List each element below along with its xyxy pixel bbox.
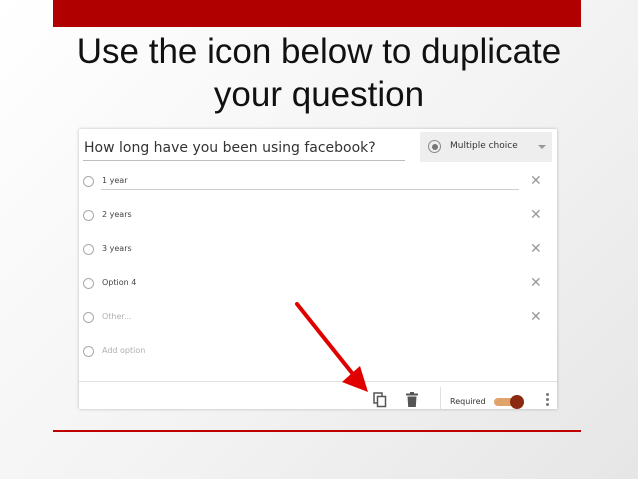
option-row: Option 4 ✕ bbox=[79, 274, 557, 294]
option-label-input[interactable]: Option 4 bbox=[102, 278, 136, 287]
close-icon[interactable]: ✕ bbox=[530, 240, 542, 256]
question-card: How long have you been using facebook? M… bbox=[79, 129, 557, 409]
close-icon[interactable]: ✕ bbox=[530, 172, 542, 188]
bottom-red-line bbox=[53, 430, 581, 432]
trash-icon[interactable] bbox=[406, 392, 418, 407]
option-label-input[interactable]: 2 years bbox=[102, 210, 132, 219]
chevron-down-icon bbox=[538, 145, 546, 149]
close-icon[interactable]: ✕ bbox=[530, 206, 542, 222]
slide-title-line-2: your question bbox=[213, 75, 425, 114]
option-row: 2 years ✕ bbox=[79, 206, 557, 226]
close-icon[interactable]: ✕ bbox=[530, 274, 542, 290]
toggle-knob bbox=[510, 395, 524, 409]
more-vert-icon[interactable] bbox=[546, 393, 550, 409]
close-icon[interactable]: ✕ bbox=[530, 308, 542, 324]
add-option-row: Add option bbox=[79, 342, 557, 362]
radio-circle-icon bbox=[83, 312, 94, 323]
option-label-input[interactable]: 1 year bbox=[102, 176, 127, 185]
duplicate-icon[interactable] bbox=[373, 392, 387, 408]
card-footer-divider bbox=[79, 381, 557, 382]
question-title-input[interactable]: How long have you been using facebook? bbox=[84, 140, 376, 156]
radio-circle-icon bbox=[83, 346, 94, 357]
required-label: Required bbox=[450, 397, 486, 406]
other-option-row: Other... ✕ bbox=[79, 308, 557, 328]
option-underline bbox=[101, 189, 519, 190]
required-toggle[interactable] bbox=[494, 395, 524, 409]
radio-circle-icon bbox=[83, 244, 94, 255]
add-option-button[interactable]: Add option bbox=[102, 346, 145, 355]
option-label-input[interactable]: 3 years bbox=[102, 244, 132, 253]
question-title-underline bbox=[83, 160, 405, 161]
other-option-input[interactable]: Other... bbox=[102, 312, 132, 321]
question-type-dropdown[interactable]: Multiple choice bbox=[420, 132, 552, 162]
question-type-label: Multiple choice bbox=[450, 141, 518, 151]
option-row: 3 years ✕ bbox=[79, 240, 557, 260]
top-red-bar bbox=[53, 0, 581, 27]
option-row: 1 year ✕ bbox=[79, 172, 557, 192]
radio-circle-icon bbox=[83, 210, 94, 221]
footer-separator bbox=[440, 387, 441, 409]
slide-title: Use the icon below to duplicate your que… bbox=[20, 30, 618, 116]
radio-button-icon bbox=[428, 140, 441, 153]
radio-circle-icon bbox=[83, 278, 94, 289]
slide-title-line-1: Use the icon below to duplicate bbox=[76, 32, 562, 71]
radio-circle-icon bbox=[83, 176, 94, 187]
